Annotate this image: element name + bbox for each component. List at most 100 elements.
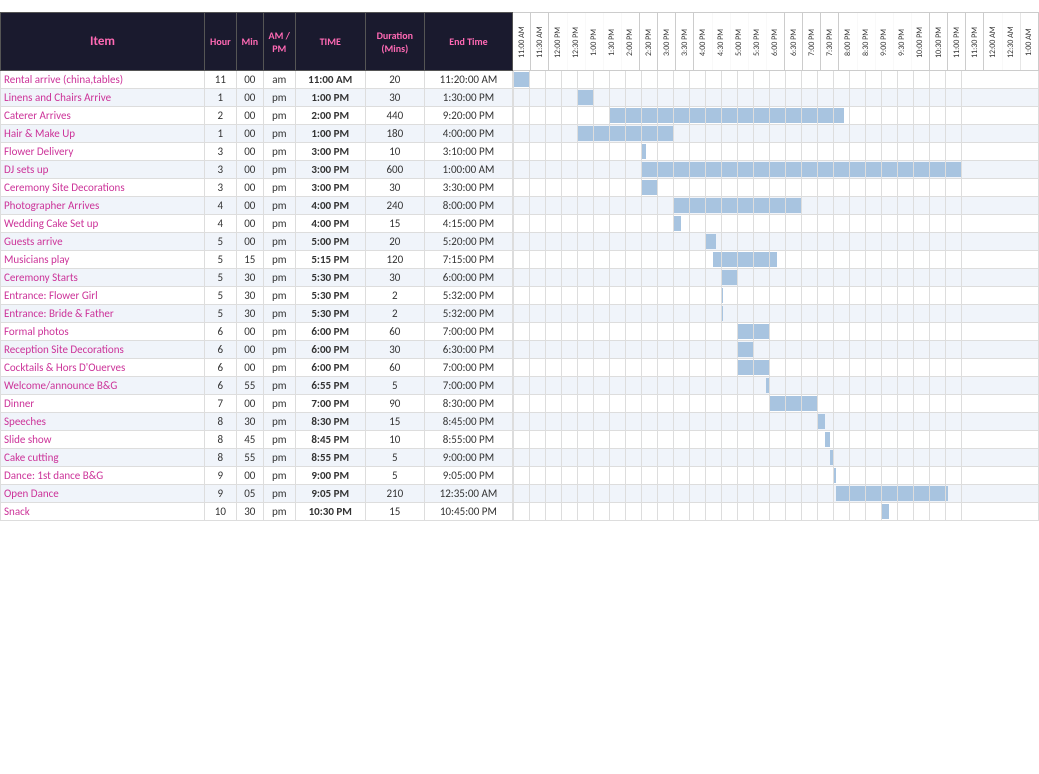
col-header-am-pm: AM / PM [263, 13, 295, 71]
gantt-col-11: 4:30 PM [712, 13, 730, 71]
gantt-col-5: 1:30 PM [603, 13, 621, 71]
gantt-cell-19 [513, 413, 1039, 431]
gantt-cell-15 [513, 341, 1039, 359]
table-row: Guests arrive500pm5:00 PM205:20:00 PM [1, 233, 1039, 251]
gantt-cell-7 [513, 197, 1039, 215]
gantt-cell-10 [513, 251, 1039, 269]
gantt-bar-12 [721, 288, 723, 303]
table-row: DJ sets up300pm3:00 PM6001:00:00 AM [1, 161, 1039, 179]
gantt-col-28: 1:00 AM [1020, 13, 1038, 71]
gantt-col-20: 9:00 PM [875, 13, 893, 71]
gantt-cell-13 [513, 305, 1039, 323]
gantt-col-25: 11:30 PM [966, 13, 984, 71]
table-row: Ceremony Site Decorations300pm3:00 PM303… [1, 179, 1039, 197]
gantt-bar-6 [641, 180, 657, 195]
gantt-bar-16 [737, 360, 769, 375]
gantt-bar-13 [721, 306, 723, 321]
table-row: Musicians play515pm5:15 PM1207:15:00 PM [1, 251, 1039, 269]
table-row: Ceremony Starts530pm5:30 PM306:00:00 PM [1, 269, 1039, 287]
gantt-col-19: 8:30 PM [857, 13, 875, 71]
table-row: Cocktails & Hors D'Ouerves600pm6:00 PM60… [1, 359, 1039, 377]
table-row: Speeches830pm8:30 PM158:45:00 PM [1, 413, 1039, 431]
gantt-col-22: 10:00 PM [911, 13, 929, 71]
gantt-bar-9 [705, 234, 716, 249]
schedule-table: ItemHourMinAM / PMTIMEDuration(Mins)End … [0, 12, 1039, 521]
gantt-bar-22 [833, 468, 836, 483]
gantt-cell-11 [513, 269, 1039, 287]
gantt-col-23: 10:30 PM [930, 13, 948, 71]
table-row: Dance: 1st dance B&G900pm9:00 PM59:05:00… [1, 467, 1039, 485]
gantt-cell-14 [513, 323, 1039, 341]
gantt-cell-23 [513, 485, 1039, 503]
col-header-end-time: End Time [424, 13, 512, 71]
gantt-col-26: 12:00 AM [984, 13, 1002, 71]
gantt-bar-17 [766, 378, 769, 393]
gantt-bar-3 [577, 126, 673, 141]
table-row: Wedding Cake Set up400pm4:00 PM154:15:00… [1, 215, 1039, 233]
table-row: Slide show845pm8:45 PM108:55:00 PM [1, 431, 1039, 449]
gantt-bar-4 [641, 144, 646, 159]
gantt-cell-20 [513, 431, 1039, 449]
gantt-col-14: 6:00 PM [766, 13, 784, 71]
gantt-col-9: 3:30 PM [676, 13, 694, 71]
gantt-cell-9 [513, 233, 1039, 251]
gantt-cell-6 [513, 179, 1039, 197]
gantt-bar-21 [830, 450, 833, 465]
gantt-col-15: 6:30 PM [785, 13, 803, 71]
gantt-col-6: 2:00 PM [621, 13, 639, 71]
gantt-bar-7 [673, 198, 801, 213]
table-row: Welcome/announce B&G655pm6:55 PM57:00:00… [1, 377, 1039, 395]
gantt-col-4: 1:00 PM [585, 13, 603, 71]
col-header-duration-mins-: Duration(Mins) [365, 13, 424, 71]
gantt-cell-1 [513, 89, 1039, 107]
gantt-bar-20 [825, 432, 830, 447]
gantt-bar-8 [673, 216, 681, 231]
gantt-cell-18 [513, 395, 1039, 413]
gantt-bar-1 [577, 90, 593, 105]
table-row: Entrance: Flower Girl530pm5:30 PM25:32:0… [1, 287, 1039, 305]
gantt-col-16: 7:00 PM [803, 13, 821, 71]
gantt-col-13: 5:30 PM [748, 13, 766, 71]
gantt-bar-10 [713, 252, 777, 267]
col-header-time: TIME [295, 13, 365, 71]
gantt-bar-18 [769, 396, 817, 411]
gantt-cell-17 [513, 377, 1039, 395]
col-header-item: Item [1, 13, 205, 71]
gantt-col-1: 11:30 AM [531, 13, 549, 71]
gantt-col-0: 11:00 AM [513, 13, 531, 71]
gantt-col-21: 9:30 PM [893, 13, 911, 71]
gantt-bar-24 [881, 504, 889, 519]
gantt-cell-21 [513, 449, 1039, 467]
table-row: Dinner700pm7:00 PM908:30:00 PM [1, 395, 1039, 413]
gantt-col-12: 5:00 PM [730, 13, 748, 71]
table-row: Formal photos600pm6:00 PM607:00:00 PM [1, 323, 1039, 341]
gantt-cell-5 [513, 161, 1039, 179]
gantt-cell-24 [513, 503, 1039, 521]
gantt-bar-0 [513, 72, 529, 87]
gantt-cell-22 [513, 467, 1039, 485]
col-header-hour: Hour [204, 13, 236, 71]
gantt-cell-8 [513, 215, 1039, 233]
gantt-cell-16 [513, 359, 1039, 377]
gantt-bar-19 [817, 414, 825, 429]
gantt-col-18: 8:00 PM [839, 13, 857, 71]
gantt-cell-3 [513, 125, 1039, 143]
table-row: Open Dance905pm9:05 PM21012:35:00 AM [1, 485, 1039, 503]
table-row: Photographer Arrives400pm4:00 PM2408:00:… [1, 197, 1039, 215]
table-row: Flower Delivery300pm3:00 PM103:10:00 PM [1, 143, 1039, 161]
gantt-cell-12 [513, 287, 1039, 305]
gantt-col-2: 12:00 PM [549, 13, 567, 71]
table-row: Entrance: Bride & Father530pm5:30 PM25:3… [1, 305, 1039, 323]
gantt-col-17: 7:30 PM [821, 13, 839, 71]
table-row: Snack1030pm10:30 PM1510:45:00 PM [1, 503, 1039, 521]
table-row: Reception Site Decorations600pm6:00 PM30… [1, 341, 1039, 359]
gantt-bar-23 [836, 486, 948, 501]
gantt-bar-15 [737, 342, 753, 357]
gantt-col-8: 3:00 PM [658, 13, 676, 71]
gantt-bar-11 [721, 270, 737, 285]
gantt-cell-2 [513, 107, 1039, 125]
gantt-col-3: 12:30 PM [567, 13, 585, 71]
table-row: Hair & Make Up100pm1:00 PM1804:00:00 PM [1, 125, 1039, 143]
gantt-col-27: 12:30 AM [1002, 13, 1020, 71]
table-row: Caterer Arrives200pm2:00 PM4409:20:00 PM [1, 107, 1039, 125]
